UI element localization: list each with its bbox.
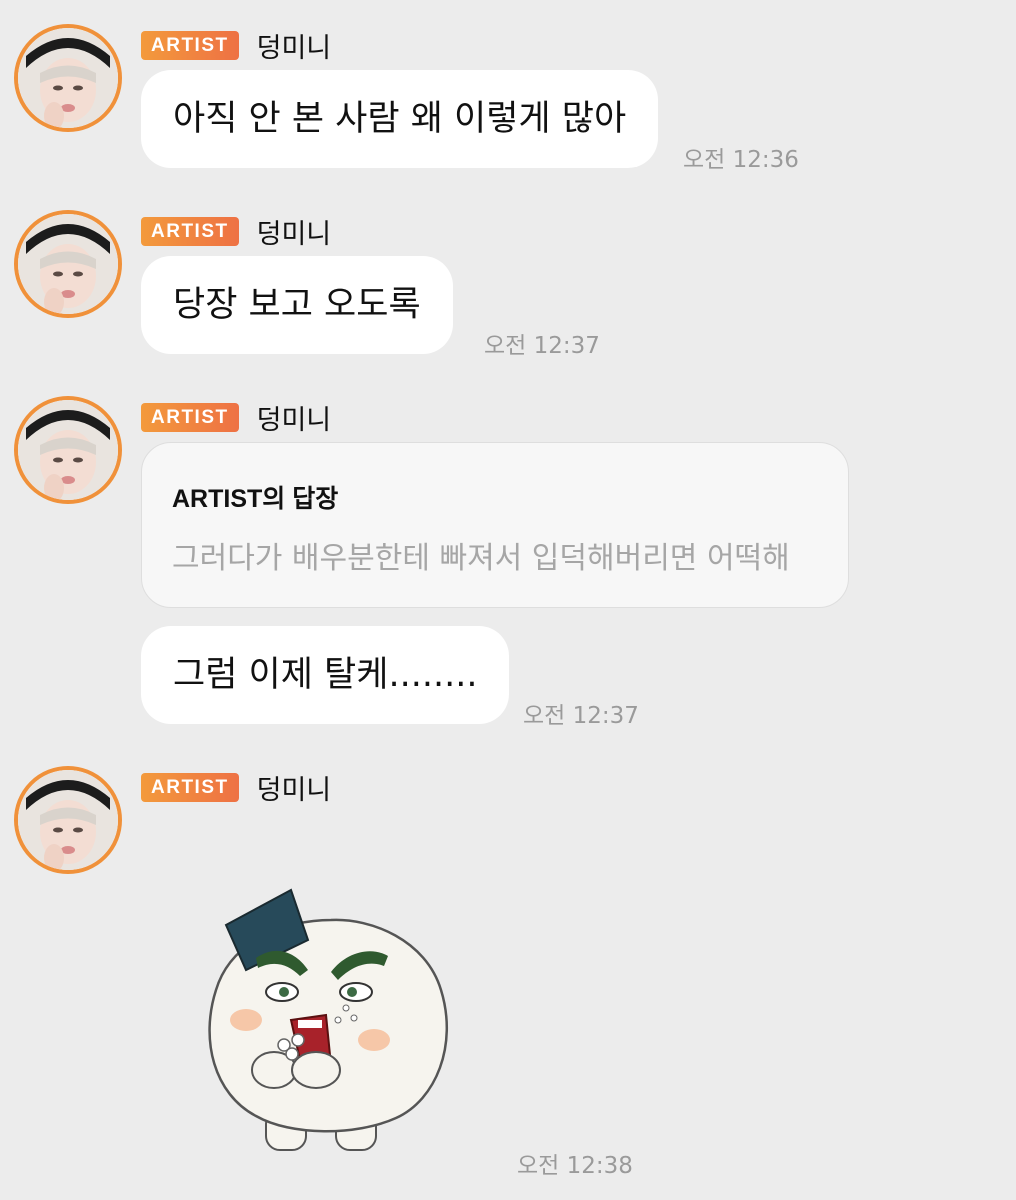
message-header: ARTIST 덩미니 bbox=[141, 212, 331, 251]
artist-avatar[interactable] bbox=[14, 396, 122, 504]
sender-name[interactable]: 덩미니 bbox=[257, 212, 332, 251]
rice-ball-sticker-icon[interactable] bbox=[196, 880, 466, 1160]
artist-badge: ARTIST bbox=[141, 403, 239, 432]
message-time: 오전 12:38 bbox=[517, 1153, 633, 1179]
message-time: 오전 12:36 bbox=[683, 147, 799, 173]
artist-avatar[interactable] bbox=[14, 210, 122, 318]
sender-name[interactable]: 덩미니 bbox=[257, 398, 332, 437]
message-bubble[interactable]: 아직 안 본 사람 왜 이렇게 많아 bbox=[141, 70, 659, 168]
message-time: 오전 12:37 bbox=[523, 703, 639, 729]
artist-badge: ARTIST bbox=[141, 773, 239, 802]
message-header: ARTIST 덩미니 bbox=[141, 26, 331, 65]
reply-title: ARTIST의 답장 bbox=[172, 485, 339, 513]
message-bubble[interactable]: 당장 보고 오도록 bbox=[141, 256, 453, 354]
message-time: 오전 12:37 bbox=[484, 333, 600, 359]
artist-badge: ARTIST bbox=[141, 31, 239, 60]
sender-name[interactable]: 덩미니 bbox=[257, 26, 332, 65]
sender-name[interactable]: 덩미니 bbox=[257, 768, 332, 807]
reply-quote-card[interactable]: ARTIST의 답장 그러다가 배우분한테 빠져서 입덕해버리면 어떡해 bbox=[141, 442, 849, 608]
message-bubble[interactable]: 그럼 이제 탈케........ bbox=[141, 626, 510, 724]
artist-badge: ARTIST bbox=[141, 217, 239, 246]
reply-quote-text: 그러다가 배우분한테 빠져서 입덕해버리면 어떡해 bbox=[172, 541, 790, 576]
message-header: ARTIST 덩미니 bbox=[141, 768, 331, 807]
artist-avatar[interactable] bbox=[14, 766, 122, 874]
artist-avatar[interactable] bbox=[14, 24, 122, 132]
message-header: ARTIST 덩미니 bbox=[141, 398, 331, 437]
